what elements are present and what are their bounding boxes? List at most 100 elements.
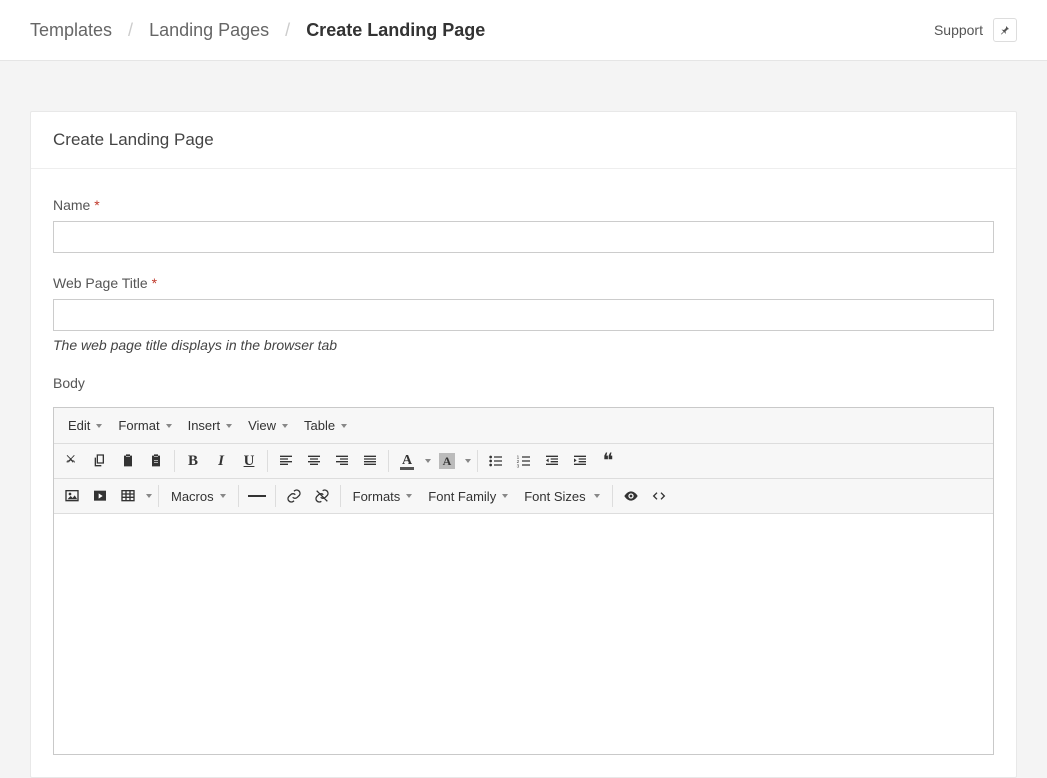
chevron-down-icon xyxy=(341,424,347,428)
chevron-down-icon xyxy=(96,424,102,428)
breadcrumb-current: Create Landing Page xyxy=(306,20,485,41)
toolbar-separator xyxy=(388,450,389,472)
align-justify-icon xyxy=(362,453,378,469)
toolbar-separator xyxy=(340,485,341,507)
toolbar-separator xyxy=(275,485,276,507)
breadcrumb-landing-pages[interactable]: Landing Pages xyxy=(149,20,269,41)
form-card: Create Landing Page Name * Web Page Titl… xyxy=(30,111,1017,778)
menu-edit[interactable]: Edit xyxy=(60,414,110,437)
font-sizes-dropdown[interactable]: Font Sizes xyxy=(516,483,608,509)
pin-icon xyxy=(999,24,1011,36)
menu-format[interactable]: Format xyxy=(110,414,179,437)
editor-content-area[interactable] xyxy=(54,514,993,754)
menu-insert[interactable]: Insert xyxy=(180,414,241,437)
horizontal-rule-button[interactable] xyxy=(243,483,271,509)
unlink-icon xyxy=(314,488,330,504)
copy-button[interactable] xyxy=(86,448,114,474)
bold-button[interactable]: B xyxy=(179,448,207,474)
paste-button[interactable] xyxy=(114,448,142,474)
code-icon xyxy=(651,488,667,504)
unlink-button[interactable] xyxy=(308,483,336,509)
background-color-dropdown[interactable] xyxy=(461,448,473,474)
italic-icon: I xyxy=(218,453,224,470)
underline-button[interactable]: U xyxy=(235,448,263,474)
breadcrumb-separator: / xyxy=(285,20,290,41)
support-link[interactable]: Support xyxy=(934,22,983,38)
font-family-dropdown[interactable]: Font Family xyxy=(420,483,516,509)
support-area: Support xyxy=(934,18,1017,42)
name-label: Name * xyxy=(53,197,100,213)
topbar: Templates / Landing Pages / Create Landi… xyxy=(0,0,1047,61)
align-center-icon xyxy=(306,453,322,469)
chevron-down-icon xyxy=(146,494,152,498)
toolbar-separator xyxy=(612,485,613,507)
bold-icon: B xyxy=(188,453,198,470)
required-indicator: * xyxy=(152,275,157,291)
insert-table-dropdown[interactable] xyxy=(142,483,154,509)
numbered-list-icon: 123 xyxy=(516,453,532,469)
toolbar-separator xyxy=(238,485,239,507)
align-right-button[interactable] xyxy=(328,448,356,474)
indent-button[interactable] xyxy=(566,448,594,474)
chevron-down-icon xyxy=(166,424,172,428)
eye-icon xyxy=(623,488,639,504)
card-body: Name * Web Page Title * The web page tit… xyxy=(31,169,1016,777)
text-color-button[interactable]: A xyxy=(393,448,421,474)
pin-button[interactable] xyxy=(993,18,1017,42)
toolbar-separator xyxy=(477,450,478,472)
field-name: Name * xyxy=(53,197,994,253)
bullet-list-button[interactable] xyxy=(482,448,510,474)
align-right-icon xyxy=(334,453,350,469)
italic-button[interactable]: I xyxy=(207,448,235,474)
breadcrumb-templates[interactable]: Templates xyxy=(30,20,112,41)
paste-icon xyxy=(120,453,136,469)
text-color-dropdown[interactable] xyxy=(421,448,433,474)
chevron-down-icon xyxy=(425,459,431,463)
toolbar-separator xyxy=(158,485,159,507)
paste-text-button[interactable] xyxy=(142,448,170,474)
cut-icon xyxy=(64,453,80,469)
web-page-title-input[interactable] xyxy=(53,299,994,331)
web-page-title-help: The web page title displays in the brows… xyxy=(53,337,994,353)
image-icon xyxy=(64,488,80,504)
insert-table-button[interactable] xyxy=(114,483,142,509)
cut-button[interactable] xyxy=(58,448,86,474)
menu-view[interactable]: View xyxy=(240,414,296,437)
preview-button[interactable] xyxy=(617,483,645,509)
toolbar-separator xyxy=(267,450,268,472)
breadcrumb-separator: / xyxy=(128,20,133,41)
chevron-down-icon xyxy=(594,494,600,498)
insert-image-button[interactable] xyxy=(58,483,86,509)
background-color-button[interactable]: A xyxy=(433,448,461,474)
align-left-icon xyxy=(278,453,294,469)
macros-dropdown[interactable]: Macros xyxy=(163,483,234,509)
paste-text-icon xyxy=(148,453,164,469)
align-justify-button[interactable] xyxy=(356,448,384,474)
outdent-button[interactable] xyxy=(538,448,566,474)
editor-menubar: Edit Format Insert View Table xyxy=(54,408,993,444)
formats-dropdown[interactable]: Formats xyxy=(345,483,421,509)
source-code-button[interactable] xyxy=(645,483,673,509)
outdent-icon xyxy=(544,453,560,469)
card-title: Create Landing Page xyxy=(31,112,1016,169)
name-input[interactable] xyxy=(53,221,994,253)
numbered-list-button[interactable]: 123 xyxy=(510,448,538,474)
toolbar-separator xyxy=(174,450,175,472)
link-button[interactable] xyxy=(280,483,308,509)
chevron-down-icon xyxy=(502,494,508,498)
media-icon xyxy=(92,488,108,504)
indent-icon xyxy=(572,453,588,469)
svg-text:3: 3 xyxy=(517,464,520,469)
align-left-button[interactable] xyxy=(272,448,300,474)
background-color-icon: A xyxy=(439,453,455,469)
align-center-button[interactable] xyxy=(300,448,328,474)
blockquote-button[interactable]: ❝ xyxy=(594,448,622,474)
field-body: Body xyxy=(53,375,994,399)
menu-table[interactable]: Table xyxy=(296,414,355,437)
blockquote-icon: ❝ xyxy=(603,456,614,466)
table-icon xyxy=(120,488,136,504)
copy-icon xyxy=(92,453,108,469)
bullet-list-icon xyxy=(488,453,504,469)
editor-toolbar-2: Macros Formats Font Family Font Sizes xyxy=(54,479,993,514)
insert-media-button[interactable] xyxy=(86,483,114,509)
